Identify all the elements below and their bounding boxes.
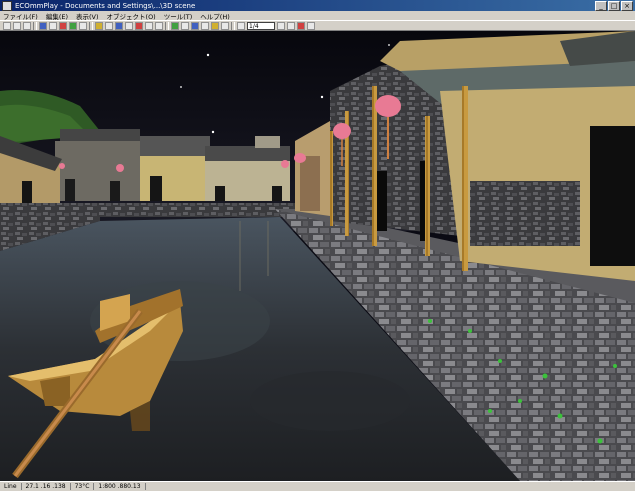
play-icon[interactable] [307, 21, 315, 30]
menu-file[interactable]: ファイル(F) [3, 11, 38, 21]
new-icon[interactable] [3, 21, 11, 30]
texture-icon[interactable] [191, 21, 199, 30]
nav-right-icon[interactable] [287, 21, 295, 30]
rotate-icon[interactable] [59, 21, 67, 30]
scale-icon[interactable] [69, 21, 77, 30]
render-icon[interactable] [171, 21, 179, 30]
menu-view[interactable]: 表示(V) [76, 11, 99, 21]
toolbar-separator [165, 21, 169, 30]
wireframe-icon[interactable] [201, 21, 209, 30]
maximize-button[interactable]: □ [608, 0, 620, 11]
fly-icon[interactable] [115, 21, 123, 30]
pan-icon[interactable] [125, 21, 133, 30]
toolbar: 1/4 [0, 20, 635, 31]
save-icon[interactable] [23, 21, 31, 30]
title-bar: ECOmmPlay - Documents and Settings\...\3… [0, 0, 635, 11]
view-icon[interactable] [237, 21, 245, 30]
walk-icon[interactable] [105, 21, 113, 30]
menu-help[interactable]: ヘルプ(H) [200, 11, 229, 21]
menu-edit[interactable]: 編集(E) [46, 11, 68, 21]
open-icon[interactable] [13, 21, 21, 30]
stop-icon[interactable] [135, 21, 143, 30]
sun-icon[interactable] [211, 21, 219, 30]
camera-icon[interactable] [79, 21, 87, 30]
close-button[interactable]: × [621, 0, 633, 11]
menu-object[interactable]: オブジェクト(O) [107, 11, 156, 21]
window-title: ECOmmPlay - Documents and Settings\...\3… [15, 1, 196, 10]
zoom-in-icon[interactable] [145, 21, 153, 30]
grid-icon[interactable] [181, 21, 189, 30]
toolbar-separator [33, 21, 37, 30]
zoom-out-icon[interactable] [155, 21, 163, 30]
scene-render [0, 31, 635, 481]
fog-icon[interactable] [221, 21, 229, 30]
status-angle: 73°C [71, 483, 95, 490]
3d-viewport[interactable] [0, 31, 635, 481]
menu-tools[interactable]: ツール(T) [164, 11, 193, 21]
status-position: 27.1 .16 .138 [22, 483, 71, 490]
select-icon[interactable] [39, 21, 47, 30]
light-icon[interactable] [95, 21, 103, 30]
menu-bar: ファイル(F) 編集(E) 表示(V) オブジェクト(O) ツール(T) ヘルプ… [0, 11, 635, 21]
status-mode: Line [0, 483, 22, 490]
app-icon [2, 0, 12, 11]
toolbar-separator [231, 21, 235, 30]
minimize-button[interactable]: _ [595, 0, 607, 11]
nav-left-icon[interactable] [277, 21, 285, 30]
status-bar: Line 27.1 .16 .138 73°C 1:800 .880.13 [0, 481, 635, 491]
view-select[interactable]: 1/4 [247, 21, 275, 30]
record-icon[interactable] [297, 21, 305, 30]
move-icon[interactable] [49, 21, 57, 30]
toolbar-separator [89, 21, 93, 30]
status-scale: 1:800 .880.13 [94, 483, 146, 490]
